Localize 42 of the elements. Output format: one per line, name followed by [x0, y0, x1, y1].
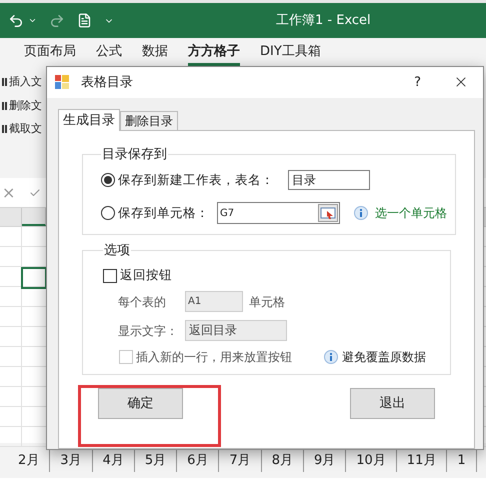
- checkbox-label: 插入新的一行，用来放置按钮: [136, 349, 292, 366]
- note-text: 避免覆盖原数据: [342, 349, 426, 366]
- caret-icon[interactable]: [28, 16, 37, 25]
- group-title: 选项: [103, 242, 131, 260]
- dialog-title: 表格目录: [81, 74, 133, 92]
- help-button[interactable]: ?: [414, 72, 421, 92]
- ribbon-tab[interactable]: 数据: [142, 40, 168, 66]
- dialog-button[interactable]: 退出: [350, 388, 435, 419]
- ribbon-command[interactable]: 截取文: [9, 121, 42, 138]
- hint-text: 选一个单元格: [375, 205, 447, 222]
- cell-field[interactable]: G7: [217, 202, 340, 224]
- bars-icon: [2, 125, 7, 134]
- field-label: 每个表的: [118, 294, 167, 311]
- radio-button[interactable]: [101, 173, 115, 188]
- info-icon: [354, 206, 368, 220]
- field-suffix: 单元格: [249, 294, 285, 311]
- ribbon-command[interactable]: 插入文: [9, 74, 42, 90]
- ribbon-tab[interactable]: 页面布局: [24, 40, 76, 66]
- field-label: 显示文字：: [118, 322, 179, 340]
- info-icon: [324, 350, 338, 364]
- bars-icon: [2, 102, 7, 110]
- document-icon[interactable]: [77, 13, 92, 28]
- checkbox-label: 返回按钮: [120, 266, 172, 284]
- radio-label: 保存到单元格：: [118, 204, 209, 222]
- check-icon[interactable]: [29, 186, 42, 198]
- dialog-tab[interactable]: 生成目录: [58, 108, 120, 131]
- radio-label: 保存到新建工作表，表名：: [118, 171, 274, 190]
- app-icon: [55, 75, 69, 90]
- window-title: 工作簿1 - Excel: [276, 12, 371, 30]
- field-value: G7: [220, 206, 234, 221]
- dialog-tab[interactable]: 删除目录: [120, 110, 178, 130]
- ribbon-tab[interactable]: 公式: [96, 40, 122, 66]
- dialog-button[interactable]: 确定: [98, 388, 183, 419]
- cell-picker-icon[interactable]: [318, 204, 338, 222]
- checkbox[interactable]: [103, 268, 117, 283]
- sheet-name-field[interactable]: 目录: [288, 170, 370, 190]
- ribbon-command[interactable]: 删除文: [9, 98, 42, 114]
- undo-icon[interactable]: [8, 12, 24, 28]
- bars-icon: [2, 78, 7, 86]
- group-title: 目录保存到: [101, 146, 168, 164]
- radio-button[interactable]: [101, 206, 115, 220]
- ribbon-tab[interactable]: DIY工具箱: [260, 40, 321, 66]
